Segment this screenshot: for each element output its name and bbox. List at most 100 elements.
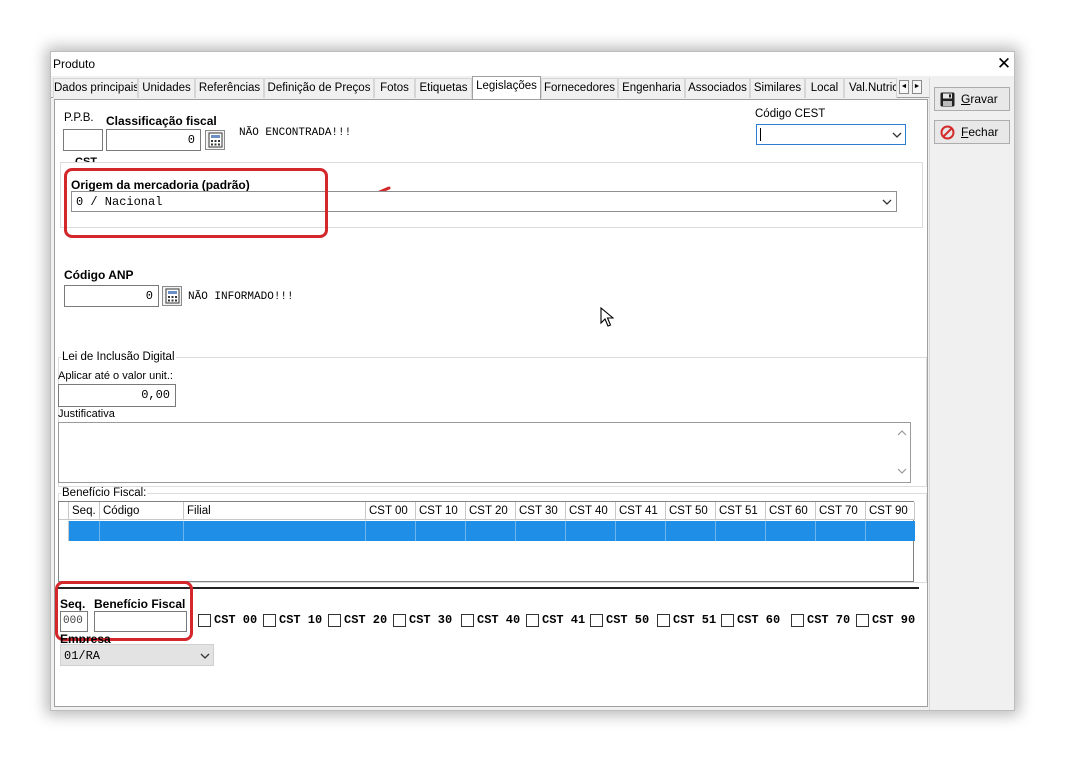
tab-etiquetas[interactable]: Etiquetas xyxy=(415,78,472,98)
close-icon[interactable]: ✕ xyxy=(994,53,1014,75)
beneficio-fiscal-legend: Benefício Fiscal: xyxy=(61,487,148,499)
gravar-label: ravar xyxy=(970,92,998,106)
codigo-cest-select[interactable] xyxy=(756,124,906,145)
cst-legend: CST xyxy=(73,156,99,162)
cst00-checkbox-label: CST 00 xyxy=(214,613,258,627)
empresa-select[interactable]: 01/RA xyxy=(60,644,214,666)
fechar-button[interactable]: Fechar xyxy=(934,120,1010,144)
beneficio-fiscal-grid[interactable]: Seq. Código Filial CST 00 CST 10 CST 20 … xyxy=(58,501,915,582)
grid-header-cst51[interactable]: CST 51 xyxy=(716,502,766,520)
scroll-down-icon[interactable] xyxy=(897,468,907,475)
cst10-checkbox[interactable] xyxy=(263,614,276,627)
cst40-checkbox[interactable] xyxy=(461,614,474,627)
justificativa-scrollbar[interactable] xyxy=(894,423,910,482)
tab-legislacoes[interactable]: Legislações xyxy=(472,76,541,99)
tab-scroll-left-icon[interactable]: ◄ xyxy=(899,80,909,94)
empresa-value: 01/RA xyxy=(64,649,101,663)
cst20-checkbox-label: CST 20 xyxy=(344,613,388,627)
grid-header-cst60[interactable]: CST 60 xyxy=(766,502,816,520)
scroll-up-icon[interactable] xyxy=(897,429,907,436)
action-panel: Gravar Fechar xyxy=(929,78,1014,710)
grid-header-cst30[interactable]: CST 30 xyxy=(516,502,566,520)
justificativa-label: Justificativa xyxy=(58,408,115,420)
cst60-checkbox[interactable] xyxy=(721,614,734,627)
cst41-checkbox-label: CST 41 xyxy=(542,613,586,627)
cst70-checkbox-label: CST 70 xyxy=(807,613,851,627)
classificacao-fiscal-label: Classificação fiscal xyxy=(106,114,217,128)
grid-header-cst70[interactable]: CST 70 xyxy=(816,502,866,520)
chevron-down-icon xyxy=(882,199,892,205)
tab-definicao-precos[interactable]: Definição de Preços xyxy=(264,78,374,98)
origem-highlight-box xyxy=(64,168,328,238)
cst70-checkbox[interactable] xyxy=(791,614,804,627)
tab-val-nutric[interactable]: Val.Nutric xyxy=(844,78,897,98)
cst20-checkbox[interactable] xyxy=(328,614,341,627)
gravar-accel: G xyxy=(961,92,971,106)
classificacao-lookup-button[interactable] xyxy=(205,130,225,150)
classificacao-status-text: NÃO ENCONTRADA!!! xyxy=(239,127,352,139)
ppb-input[interactable] xyxy=(63,129,103,151)
tab-local[interactable]: Local xyxy=(805,78,844,98)
tab-associados[interactable]: Associados xyxy=(685,78,750,98)
cst10-checkbox-label: CST 10 xyxy=(279,613,323,627)
classificacao-fiscal-input[interactable]: 0 xyxy=(106,129,201,151)
table-row[interactable] xyxy=(69,521,915,541)
cancel-icon xyxy=(940,125,955,140)
tab-unidades[interactable]: Unidades xyxy=(138,78,195,98)
cst51-checkbox-label: CST 51 xyxy=(673,613,717,627)
codigo-anp-input[interactable]: 0 xyxy=(64,285,159,307)
grid-row-indicator-header xyxy=(59,502,69,520)
cst51-checkbox[interactable] xyxy=(657,614,670,627)
tab-fotos[interactable]: Fotos xyxy=(374,78,415,98)
produto-window: Produto ✕ Dados principais Unidades Refe… xyxy=(50,51,1015,711)
legislacoes-panel: P.P.B. Classificação fiscal 0 NÃO ENCONT… xyxy=(54,99,928,707)
cst30-checkbox-label: CST 30 xyxy=(409,613,453,627)
ppb-label: P.P.B. xyxy=(64,112,94,124)
grid-header-cst00[interactable]: CST 00 xyxy=(366,502,416,520)
title-bar: Produto ✕ xyxy=(51,52,1014,76)
chevron-down-icon xyxy=(892,132,902,138)
empresa-label: Empresa xyxy=(60,632,111,643)
codigo-anp-label: Código ANP xyxy=(64,268,134,282)
aplicar-valor-label: Aplicar até o valor unit.: xyxy=(58,370,173,382)
cst40-checkbox-label: CST 40 xyxy=(477,613,521,627)
chevron-down-icon xyxy=(200,653,210,659)
lei-inclusao-legend: Lei de Inclusão Digital xyxy=(61,351,176,363)
grid-header-cst50[interactable]: CST 50 xyxy=(666,502,716,520)
anp-lookup-button[interactable] xyxy=(162,286,182,306)
tab-dados-principais[interactable]: Dados principais xyxy=(53,78,138,98)
grid-header-cst10[interactable]: CST 10 xyxy=(416,502,466,520)
grid-header-cst20[interactable]: CST 20 xyxy=(466,502,516,520)
text-caret xyxy=(760,128,761,141)
cst60-checkbox-label: CST 60 xyxy=(737,613,781,627)
calculator-icon xyxy=(208,132,223,148)
tab-referencias[interactable]: Referências xyxy=(195,78,264,98)
codigo-cest-label: Código CEST xyxy=(755,108,826,120)
calculator-icon xyxy=(165,288,180,304)
aplicar-valor-input[interactable]: 0,00 xyxy=(58,384,176,407)
cst50-checkbox[interactable] xyxy=(590,614,603,627)
tab-scroll-right-icon[interactable]: ► xyxy=(912,80,922,94)
cst41-checkbox[interactable] xyxy=(526,614,539,627)
cst30-checkbox[interactable] xyxy=(393,614,406,627)
cst90-checkbox[interactable] xyxy=(856,614,869,627)
grid-header-codigo[interactable]: Código xyxy=(100,502,184,520)
tab-engenharia[interactable]: Engenharia xyxy=(618,78,685,98)
tab-similares[interactable]: Similares xyxy=(750,78,805,98)
justificativa-textarea[interactable] xyxy=(58,422,911,483)
grid-header-cst41[interactable]: CST 41 xyxy=(616,502,666,520)
gravar-button[interactable]: Gravar xyxy=(934,87,1010,111)
grid-header-seq[interactable]: Seq. xyxy=(69,502,100,520)
floppy-disk-icon xyxy=(940,92,955,107)
grid-row-indicator[interactable] xyxy=(59,521,69,541)
mouse-pointer-icon xyxy=(600,307,614,327)
fechar-label: echar xyxy=(968,125,999,139)
cst00-checkbox[interactable] xyxy=(198,614,211,627)
grid-header-cst90[interactable]: CST 90 xyxy=(866,502,915,520)
tab-strip: Dados principais Unidades Referências De… xyxy=(51,76,929,99)
cst50-checkbox-label: CST 50 xyxy=(606,613,650,627)
tab-fornecedores[interactable]: Fornecedores xyxy=(541,78,618,98)
window-title: Produto xyxy=(53,57,96,71)
grid-header-filial[interactable]: Filial xyxy=(184,502,366,520)
grid-header-cst40[interactable]: CST 40 xyxy=(566,502,616,520)
